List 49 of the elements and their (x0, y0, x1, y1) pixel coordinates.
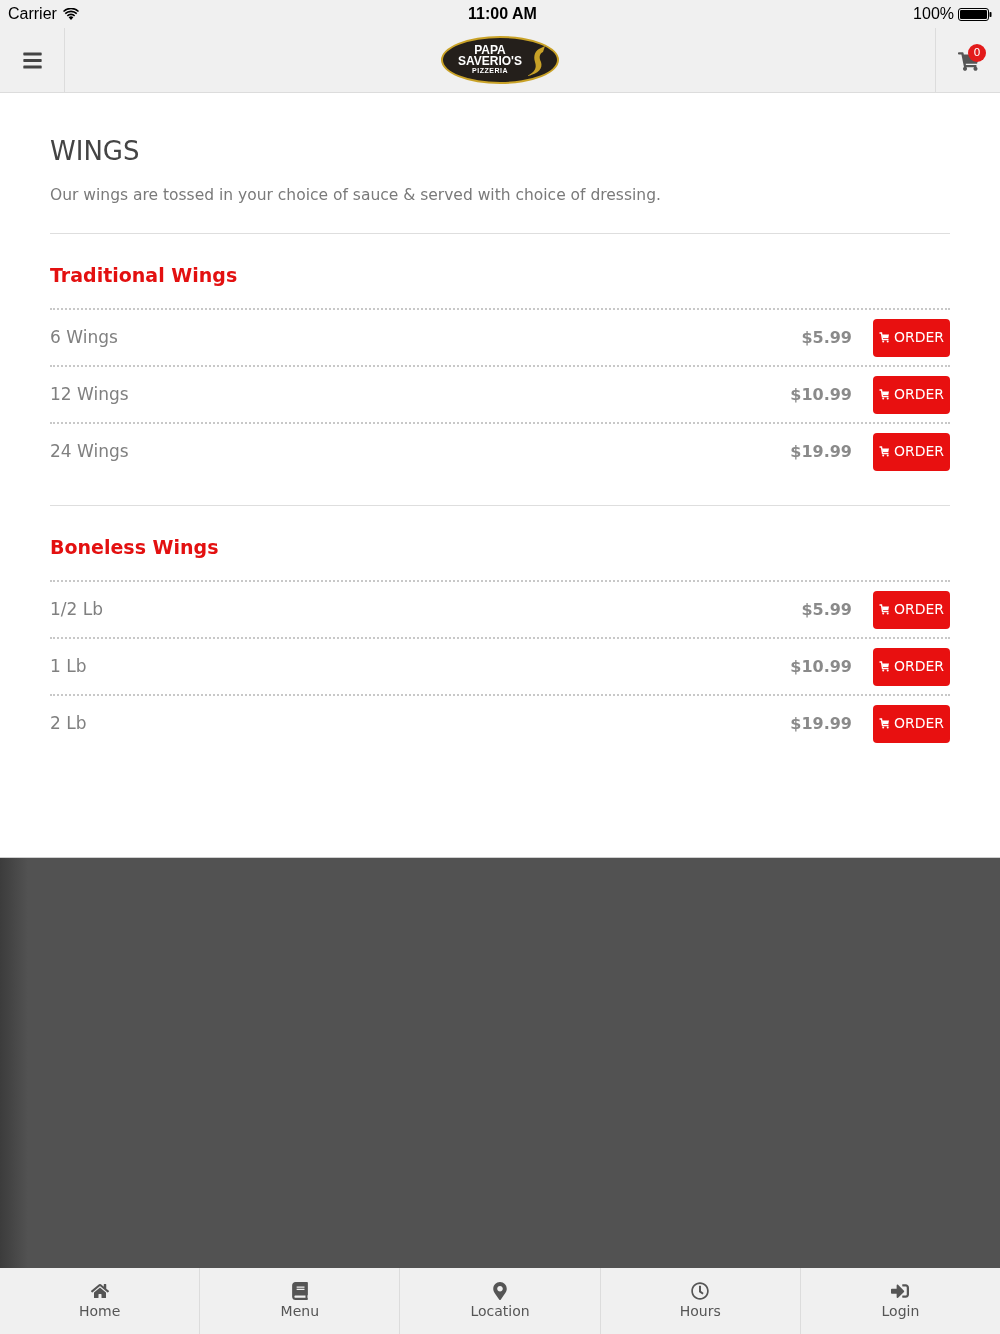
logo-text: PAPA (474, 45, 506, 56)
logo-text: SAVERIO'S (458, 56, 522, 67)
item-name: 2 Lb (50, 711, 87, 735)
cart-icon (878, 446, 890, 457)
order-button[interactable]: ORDER (873, 647, 950, 686)
sign-in-icon (891, 1282, 910, 1300)
cart-count-badge: 0 (968, 44, 986, 62)
tab-button[interactable]: Menu (200, 1268, 401, 1334)
carrier-text: Carrier (8, 4, 57, 24)
item-name: 6 Wings (50, 325, 118, 349)
item-price: $10.99 (790, 383, 852, 406)
battery-percent: 100% (913, 4, 954, 24)
home-icon (90, 1282, 109, 1300)
menu-icon (21, 49, 43, 71)
tab-button[interactable]: Login (800, 1268, 1000, 1334)
cart-icon (878, 332, 890, 343)
status-time: 11:00 AM (468, 4, 537, 24)
order-button[interactable]: ORDER (873, 704, 950, 743)
cart-icon (878, 661, 890, 672)
order-button[interactable]: ORDER (873, 318, 950, 357)
item-price: $5.99 (801, 598, 852, 621)
cart-icon (878, 718, 890, 729)
item-price: $10.99 (790, 655, 852, 678)
book-icon (290, 1282, 309, 1300)
item-price: $19.99 (790, 440, 852, 463)
item-price: $19.99 (790, 712, 852, 735)
map-pin-icon (491, 1282, 509, 1300)
page-description: Our wings are tossed in your choice of sauce & served with choice of dressing. (50, 185, 661, 206)
logo-swoosh-icon (525, 46, 545, 76)
cart-button[interactable]: 0 (935, 28, 1000, 92)
cart-icon (878, 604, 890, 615)
order-button[interactable]: ORDER (873, 590, 950, 629)
tab-button[interactable]: Home (0, 1268, 201, 1334)
item-name: 1/2 Lb (50, 597, 104, 621)
cart-icon (878, 389, 890, 400)
tab-button[interactable]: Location (400, 1268, 601, 1334)
item-name: 12 Wings (50, 382, 129, 406)
item-name: 24 Wings (50, 439, 129, 463)
clock-icon (691, 1282, 710, 1300)
item-name: 1 Lb (50, 654, 87, 678)
wifi-icon (62, 8, 79, 20)
tab-button[interactable]: Hours (600, 1268, 801, 1334)
page-title: WINGS (50, 135, 140, 167)
section-title: Traditional Wings (50, 263, 238, 288)
order-button[interactable]: ORDER (873, 432, 950, 471)
item-price: $5.99 (801, 326, 852, 349)
battery-icon (958, 7, 992, 21)
section-title: Boneless Wings (50, 535, 219, 560)
order-button[interactable]: ORDER (873, 375, 950, 414)
